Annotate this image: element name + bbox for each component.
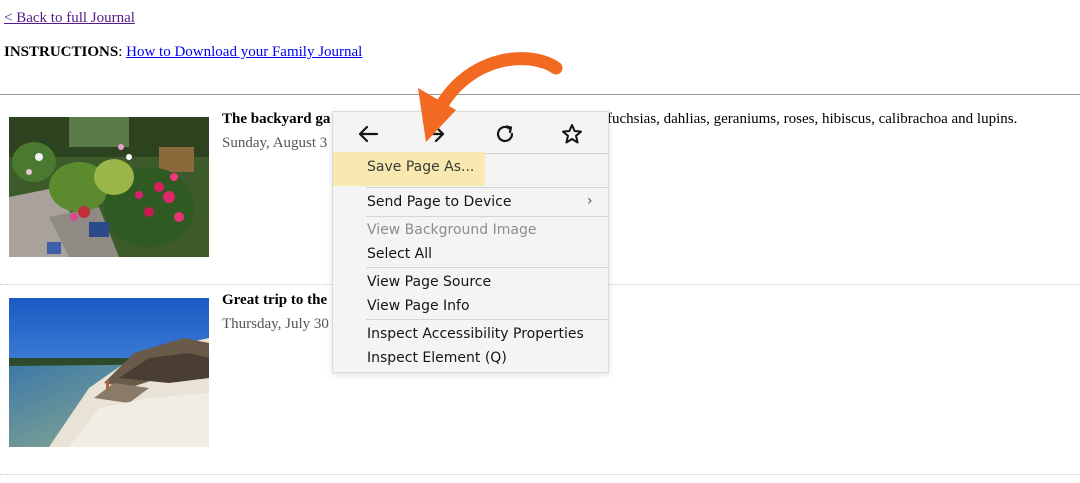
instructions-label: INSTRUCTIONS	[4, 44, 119, 60]
menu-item-label: Save Page As...	[367, 159, 475, 175]
reload-icon[interactable]	[491, 120, 519, 148]
forward-arrow-icon[interactable]	[421, 120, 449, 148]
menu-item-view-page-source[interactable]: View Page Source	[367, 274, 491, 290]
entry-date: Thursday, July 30	[222, 316, 329, 332]
entry-divider	[0, 474, 1080, 475]
entry-date: Sunday, August 3	[222, 135, 328, 151]
entry-title[interactable]: The backyard ga	[222, 111, 330, 128]
menu-item-save-page-as[interactable]: Save Page As...	[333, 152, 485, 186]
menu-item-inspect-accessibility[interactable]: Inspect Accessibility Properties	[367, 326, 584, 342]
entry-title[interactable]: Great trip to the	[222, 292, 327, 309]
back-to-journal-link[interactable]: < Back to full Journal	[4, 10, 135, 27]
instructions-line: INSTRUCTIONS: How to Download your Famil…	[4, 44, 362, 61]
back-arrow-icon[interactable]	[354, 120, 382, 148]
context-menu: Save Page As... Send Page to Device › Vi…	[332, 111, 609, 373]
download-instructions-link[interactable]: How to Download your Family Journal	[126, 44, 362, 60]
menu-item-select-all[interactable]: Select All	[367, 246, 432, 262]
menu-separator	[366, 187, 608, 188]
garden-photo-image	[9, 117, 209, 257]
beach-photo[interactable]	[9, 298, 209, 447]
menu-item-inspect-element[interactable]: Inspect Element (Q)	[367, 350, 507, 366]
menu-item-view-page-info[interactable]: View Page Info	[367, 298, 470, 314]
beach-photo-image	[9, 298, 209, 447]
menu-item-send-page-to-device[interactable]: Send Page to Device	[367, 194, 511, 210]
menu-separator	[366, 267, 608, 268]
menu-separator	[366, 319, 608, 320]
context-nav-row	[333, 112, 608, 154]
bookmark-star-icon[interactable]	[558, 120, 586, 148]
menu-item-view-background-image: View Background Image	[367, 222, 537, 238]
entry-description-visible: fuchsias, dahlias, geraniums, roses, hib…	[607, 111, 1018, 127]
submenu-chevron-icon: ›	[587, 193, 593, 209]
instructions-separator: :	[118, 44, 123, 60]
header-divider	[0, 94, 1080, 95]
garden-photo[interactable]	[9, 117, 209, 257]
menu-separator	[366, 216, 608, 217]
